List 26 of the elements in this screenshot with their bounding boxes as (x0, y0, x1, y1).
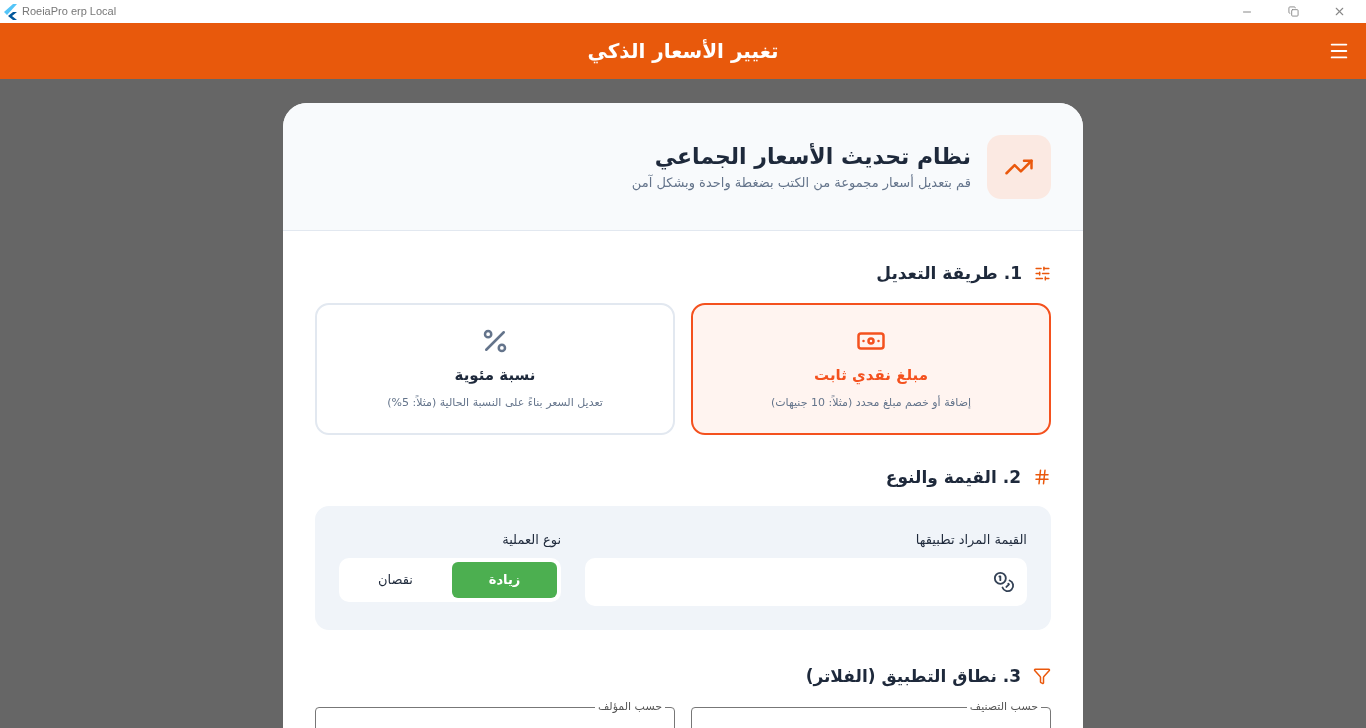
trend-up-icon (987, 134, 1051, 199)
sliders-icon (1034, 265, 1051, 283)
window-title: RoeiaPro erp Local (22, 4, 117, 20)
method-option[interactable]: نسبة مئوية تعديل السعر بناءً على النسبة الحالية (مثلاً: 5%) (315, 302, 675, 435)
method-option[interactable]: مبلغ نقدي ثابت إضافة أو خصم مبلغ محدد (مثلاً: 10 جنيهات) (691, 302, 1051, 435)
filter-label: حسب المؤلف (594, 701, 665, 712)
option-title: مبلغ نقدي ثابت (814, 365, 928, 387)
option-description: إضافة أو خصم مبلغ محدد (مثلاً: 10 جنيهات) (770, 394, 972, 411)
app-bar-title: تغيير الأسعار الذكي (587, 38, 779, 66)
filter-label: حسب التصنيف (966, 701, 1041, 712)
option-title: نسبة مئوية (454, 365, 536, 386)
field-label: القيمة المراد تطبيقها (914, 531, 1027, 549)
section-title: 3. نطاق التطبيق (الفلاتر) (805, 664, 1021, 689)
hash-icon (1033, 468, 1051, 487)
option-description: تعديل السعر بناءً على النسبة الحالية (مثلاً: 5%) (387, 394, 603, 411)
filter-icon (1033, 667, 1051, 686)
app-logo-icon (4, 3, 18, 20)
coins-icon (993, 570, 1015, 593)
header-subtitle: قم بتعديل أسعار مجموعة من الكتب بضغطة واحدة وبشكل آمن (631, 173, 971, 193)
section-title: 1. طريقة التعديل (876, 262, 1022, 286)
value-input-field[interactable] (585, 557, 1027, 606)
field-label: نوع العملية (501, 531, 561, 550)
section-title: 2. القيمة والنوع (885, 465, 1021, 489)
header-title: نظام تحديث الأسعار الجماعي (653, 142, 971, 172)
restore-icon (1287, 6, 1299, 17)
operation-option[interactable]: نقصان (343, 561, 448, 598)
